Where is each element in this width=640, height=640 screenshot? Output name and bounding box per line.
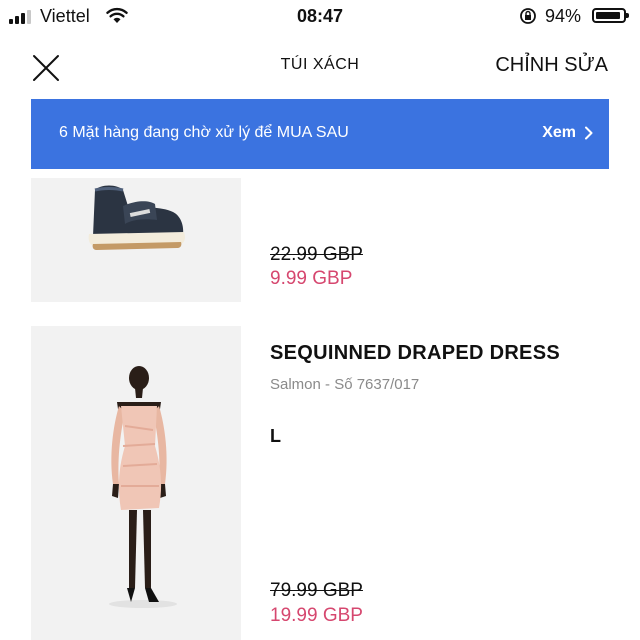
product-color-ref: Salmon - Số 7637/017 xyxy=(270,376,420,393)
dress-model-image[interactable] xyxy=(31,326,241,640)
sale-price: 9.99 GBP xyxy=(270,268,353,289)
rotation-lock-icon xyxy=(520,8,536,24)
sale-price: 19.99 GBP xyxy=(270,605,363,626)
view-link-label: Xem xyxy=(542,124,576,141)
status-bar: Viettel 08:47 94% xyxy=(0,0,640,34)
banner-message: 6 Mặt hàng đang chờ xử lý để MUA SAU xyxy=(59,124,349,141)
battery-icon xyxy=(592,8,629,23)
product-size: L xyxy=(270,426,281,446)
chevron-right-icon xyxy=(585,126,593,140)
view-link[interactable]: Xem xyxy=(542,124,593,142)
original-price: 22.99 GBP xyxy=(270,244,363,265)
battery-percentage: 94% xyxy=(545,6,582,26)
sneaker-image[interactable] xyxy=(31,178,241,302)
product-name[interactable]: SEQUINNED DRAPED DRESS xyxy=(270,342,560,365)
clock: 08:47 xyxy=(296,6,344,26)
buy-later-banner[interactable]: 6 Mặt hàng đang chờ xử lý để MUA SAU Xem xyxy=(31,99,609,169)
original-price: 79.99 GBP xyxy=(270,580,363,601)
edit-button[interactable]: CHỈNH SỬA xyxy=(495,54,608,77)
